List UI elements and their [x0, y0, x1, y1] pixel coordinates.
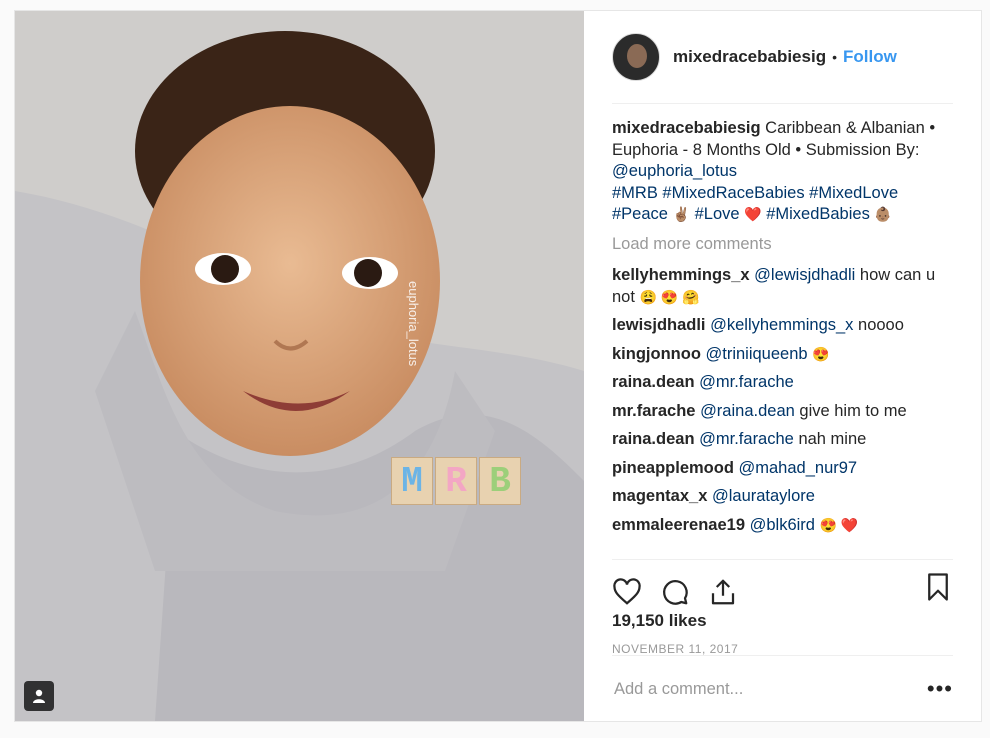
- comment-username[interactable]: kellyhemmings_x: [612, 266, 750, 284]
- comment-mention[interactable]: @kellyhemmings_x: [710, 316, 853, 334]
- comment-text: give him to me: [799, 401, 907, 420]
- watermark-text: euphoria_lotus: [406, 281, 421, 367]
- share-icon[interactable]: [708, 577, 738, 607]
- comment-row: pineapplemood @mahad_nur97: [612, 458, 953, 480]
- comment-username[interactable]: raina.dean: [612, 430, 695, 448]
- comment-mention[interactable]: @blk6ird: [750, 516, 815, 534]
- post-username[interactable]: mixedracebabiesig: [673, 47, 826, 67]
- action-bar: [612, 559, 953, 612]
- heart-emoji: ❤️: [744, 206, 762, 222]
- post-date[interactable]: NOVEMBER 11, 2017: [612, 642, 738, 656]
- mrb-logo: M R B: [391, 457, 523, 505]
- comment-username[interactable]: mr.farache: [612, 402, 695, 420]
- more-options-button[interactable]: •••: [927, 676, 953, 702]
- logo-letter-r: R: [435, 457, 477, 505]
- post-header: mixedracebabiesig • Follow: [612, 11, 953, 104]
- comment-mention[interactable]: @raina.dean: [700, 402, 795, 420]
- follow-button[interactable]: Follow: [843, 47, 897, 67]
- caption-hashtags[interactable]: #MRB #MixedRaceBabies #MixedLove: [612, 184, 898, 202]
- comment-mention[interactable]: @laurataylore: [712, 487, 815, 505]
- like-count[interactable]: 19,150 likes: [612, 611, 707, 631]
- caption: mixedracebabiesig Caribbean & Albanian •…: [612, 118, 953, 226]
- peace-emoji: ✌🏽: [672, 206, 690, 222]
- post-panel: mixedracebabiesig • Follow mixedracebabi…: [584, 11, 981, 721]
- baby-photo: [15, 11, 584, 721]
- add-comment-bar: •••: [612, 655, 953, 722]
- comment-username[interactable]: emmaleerenae19: [612, 516, 745, 534]
- comment-text: noooo: [858, 316, 904, 334]
- user-tag-button[interactable]: [24, 681, 54, 711]
- avatar[interactable]: [612, 33, 660, 81]
- comment-row: emmaleerenae19 @blk6ird 😍 ❤️: [612, 515, 953, 537]
- comment-row: mr.farache @raina.dean give him to me: [612, 401, 953, 423]
- comment-username[interactable]: raina.dean: [612, 373, 695, 391]
- comment-row: kingjonnoo @triniiqueenb 😍: [612, 344, 953, 366]
- hashtag-peace[interactable]: #Peace: [612, 205, 668, 223]
- comment-username[interactable]: lewisjdhadli: [612, 316, 706, 334]
- comment-username[interactable]: magentax_x: [612, 487, 707, 505]
- comment-mention[interactable]: @mr.farache: [699, 373, 794, 391]
- logo-letter-b: B: [479, 457, 521, 505]
- heart-icon[interactable]: [612, 577, 642, 607]
- comment-mention[interactable]: @mahad_nur97: [739, 459, 858, 477]
- load-more-comments[interactable]: Load more comments: [612, 234, 953, 256]
- comment-input[interactable]: [612, 678, 927, 700]
- comment-row: lewisjdhadli @kellyhemmings_x noooo: [612, 315, 953, 337]
- comment-username[interactable]: kingjonnoo: [612, 345, 701, 363]
- comment-icon[interactable]: [660, 577, 690, 607]
- comment-emoji: 😩 😍 🤗: [639, 288, 700, 305]
- hashtag-mixedbabies[interactable]: #MixedBabies: [766, 205, 870, 223]
- comment-mention[interactable]: @lewisjdhadli: [754, 266, 855, 284]
- bookmark-icon[interactable]: [923, 572, 953, 602]
- comment-row: raina.dean @mr.farache: [612, 372, 953, 394]
- comment-emoji: 😍: [812, 345, 830, 362]
- logo-letter-m: M: [391, 457, 433, 505]
- user-tag-icon: [33, 689, 45, 703]
- comment-text: nah mine: [798, 430, 867, 448]
- comments-list[interactable]: mixedracebabiesig Caribbean & Albanian •…: [612, 104, 953, 552]
- caption-mention[interactable]: @euphoria_lotus: [612, 162, 737, 180]
- comment-emoji: 😍 ❤️: [819, 516, 859, 533]
- comment-row: kellyhemmings_x @lewisjdhadli how can u …: [612, 265, 953, 308]
- comment-mention[interactable]: @mr.farache: [699, 430, 794, 448]
- comment-row: raina.dean @mr.farache nah mine: [612, 429, 953, 451]
- hashtag-love[interactable]: #Love: [695, 205, 740, 223]
- comment-mention[interactable]: @triniiqueenb: [706, 345, 808, 363]
- post-image[interactable]: euphoria_lotus M R B: [15, 11, 584, 721]
- separator-dot: •: [832, 49, 837, 65]
- post-card: euphoria_lotus M R B mixedracebabiesig •…: [14, 10, 982, 722]
- caption-username[interactable]: mixedracebabiesig: [612, 119, 761, 137]
- baby-emoji: 👶🏽: [874, 206, 892, 222]
- comment-row: magentax_x @laurataylore: [612, 486, 953, 508]
- comment-username[interactable]: pineapplemood: [612, 459, 734, 477]
